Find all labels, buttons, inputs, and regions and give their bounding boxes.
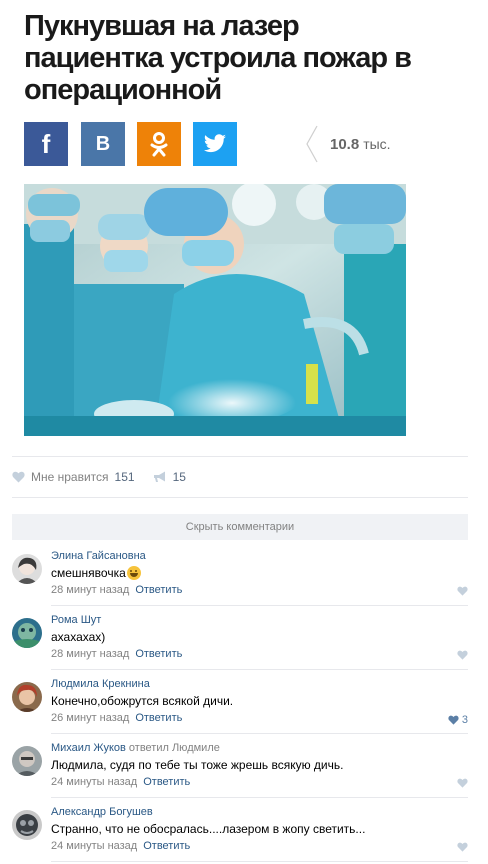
- comment-author[interactable]: Элина Гайсановна: [51, 550, 146, 562]
- comment-text-value: смешнявочка: [51, 566, 126, 580]
- avatar[interactable]: [12, 746, 42, 776]
- heart-icon: [457, 842, 468, 852]
- like-count: 151: [114, 470, 135, 484]
- divider-actions: [12, 497, 468, 498]
- comment-divider: [51, 861, 468, 862]
- laughing-emoji-icon: [126, 566, 141, 580]
- share-count-unit: тыс.: [363, 135, 391, 152]
- avatar[interactable]: [12, 682, 42, 712]
- avatar[interactable]: [12, 554, 42, 584]
- counter-arrow-icon: [306, 125, 318, 163]
- comment-like-button[interactable]: [457, 586, 468, 596]
- reply-link[interactable]: Ответить: [143, 840, 190, 852]
- comment-text: Странно, что не обосралась....лазером в …: [51, 822, 366, 836]
- heart-icon: [457, 650, 468, 660]
- heart-icon: [448, 715, 459, 725]
- comment-author[interactable]: Александр Богушев: [51, 806, 153, 818]
- article-title: Пукнувшая на лазер пациентка устроила по…: [24, 10, 412, 106]
- megaphone-icon: [153, 471, 165, 482]
- comment-divider: [51, 669, 468, 670]
- twitter-icon: [204, 134, 226, 153]
- comment-like-button[interactable]: [457, 778, 468, 788]
- like-button[interactable]: Мне нравится 151: [12, 470, 135, 484]
- hide-comments-button[interactable]: Скрыть комментарии: [12, 514, 468, 540]
- comment-item: Михаил Жуков ответил Людмиле Людмила, су…: [12, 742, 468, 802]
- heart-icon: [12, 471, 25, 483]
- comment-author[interactable]: Рома Шут: [51, 614, 101, 626]
- share-counter: 10.8 тыс.: [304, 122, 414, 166]
- comment-meta: 28 минут назад Ответить: [51, 584, 182, 596]
- comment-like-count: 3: [461, 714, 468, 726]
- comment-time[interactable]: 28 минут назад: [51, 584, 129, 596]
- comment-meta: 28 минут назад Ответить: [51, 648, 182, 660]
- comment-text: ахахахах): [51, 630, 106, 644]
- post-actions: Мне нравится 151 15: [12, 466, 204, 488]
- avatar[interactable]: [12, 810, 42, 840]
- odnoklassniki-share-button[interactable]: [137, 122, 181, 166]
- comment-like-button[interactable]: [457, 650, 468, 660]
- comment-author-name[interactable]: Михаил Жуков: [51, 742, 126, 754]
- comment-author: Михаил Жуков ответил Людмиле: [51, 742, 220, 754]
- share-bar: f B 10.8 тыс.: [24, 122, 406, 166]
- divider-top: [12, 456, 468, 457]
- comment-meta: 24 минуты назад Ответить: [51, 776, 190, 788]
- comment-meta: 24 минуты назад Ответить: [51, 840, 190, 852]
- reply-to-label[interactable]: ответил Людмиле: [129, 742, 220, 754]
- vk-icon: B: [95, 132, 111, 155]
- share-post-button[interactable]: 15: [153, 470, 186, 484]
- comment-item: Александр Богушев Странно, что не обосра…: [12, 806, 468, 864]
- reply-link[interactable]: Ответить: [135, 584, 182, 596]
- heart-icon: [457, 778, 468, 788]
- comment-time[interactable]: 26 минут назад: [51, 712, 129, 724]
- share-count: 10.8 тыс.: [330, 136, 391, 153]
- like-label: Мне нравится: [31, 470, 109, 484]
- comment-item: Элина Гайсановна смешнявочка 28 минут на…: [12, 550, 468, 610]
- article-photo: [24, 184, 406, 436]
- comment-meta: 26 минут назад Ответить: [51, 712, 182, 724]
- comment-text: смешнявочка: [51, 566, 141, 580]
- comment-divider: [51, 797, 468, 798]
- share-post-count: 15: [172, 470, 186, 484]
- reply-link[interactable]: Ответить: [143, 776, 190, 788]
- comment-item: Рома Шут ахахахах) 28 минут назад Ответит…: [12, 614, 468, 674]
- comment-item: Людмила Крекнина Конечно,обожрутся всяко…: [12, 678, 468, 738]
- comment-time[interactable]: 24 минуты назад: [51, 840, 137, 852]
- heart-icon: [457, 586, 468, 596]
- avatar[interactable]: [12, 618, 42, 648]
- comment-text: Людмила, судя по тебе ты тоже жрешь всяк…: [51, 758, 344, 772]
- vk-share-button[interactable]: B: [81, 122, 125, 166]
- comment-text: Конечно,обожрутся всякой дичи.: [51, 694, 234, 708]
- facebook-share-button[interactable]: f: [24, 122, 68, 166]
- reply-link[interactable]: Ответить: [135, 712, 182, 724]
- comment-time[interactable]: 28 минут назад: [51, 648, 129, 660]
- facebook-icon: f: [41, 128, 51, 159]
- reply-link[interactable]: Ответить: [135, 648, 182, 660]
- comment-divider: [51, 733, 468, 734]
- comment-time[interactable]: 24 минуты назад: [51, 776, 137, 788]
- comment-divider: [51, 605, 468, 606]
- comment-like-button[interactable]: [457, 842, 468, 852]
- comment-author[interactable]: Людмила Крекнина: [51, 678, 150, 690]
- odnoklassniki-icon: [150, 132, 168, 157]
- share-count-value: 10.8: [330, 135, 360, 153]
- twitter-share-button[interactable]: [193, 122, 237, 166]
- comment-like-button[interactable]: 3: [448, 714, 468, 726]
